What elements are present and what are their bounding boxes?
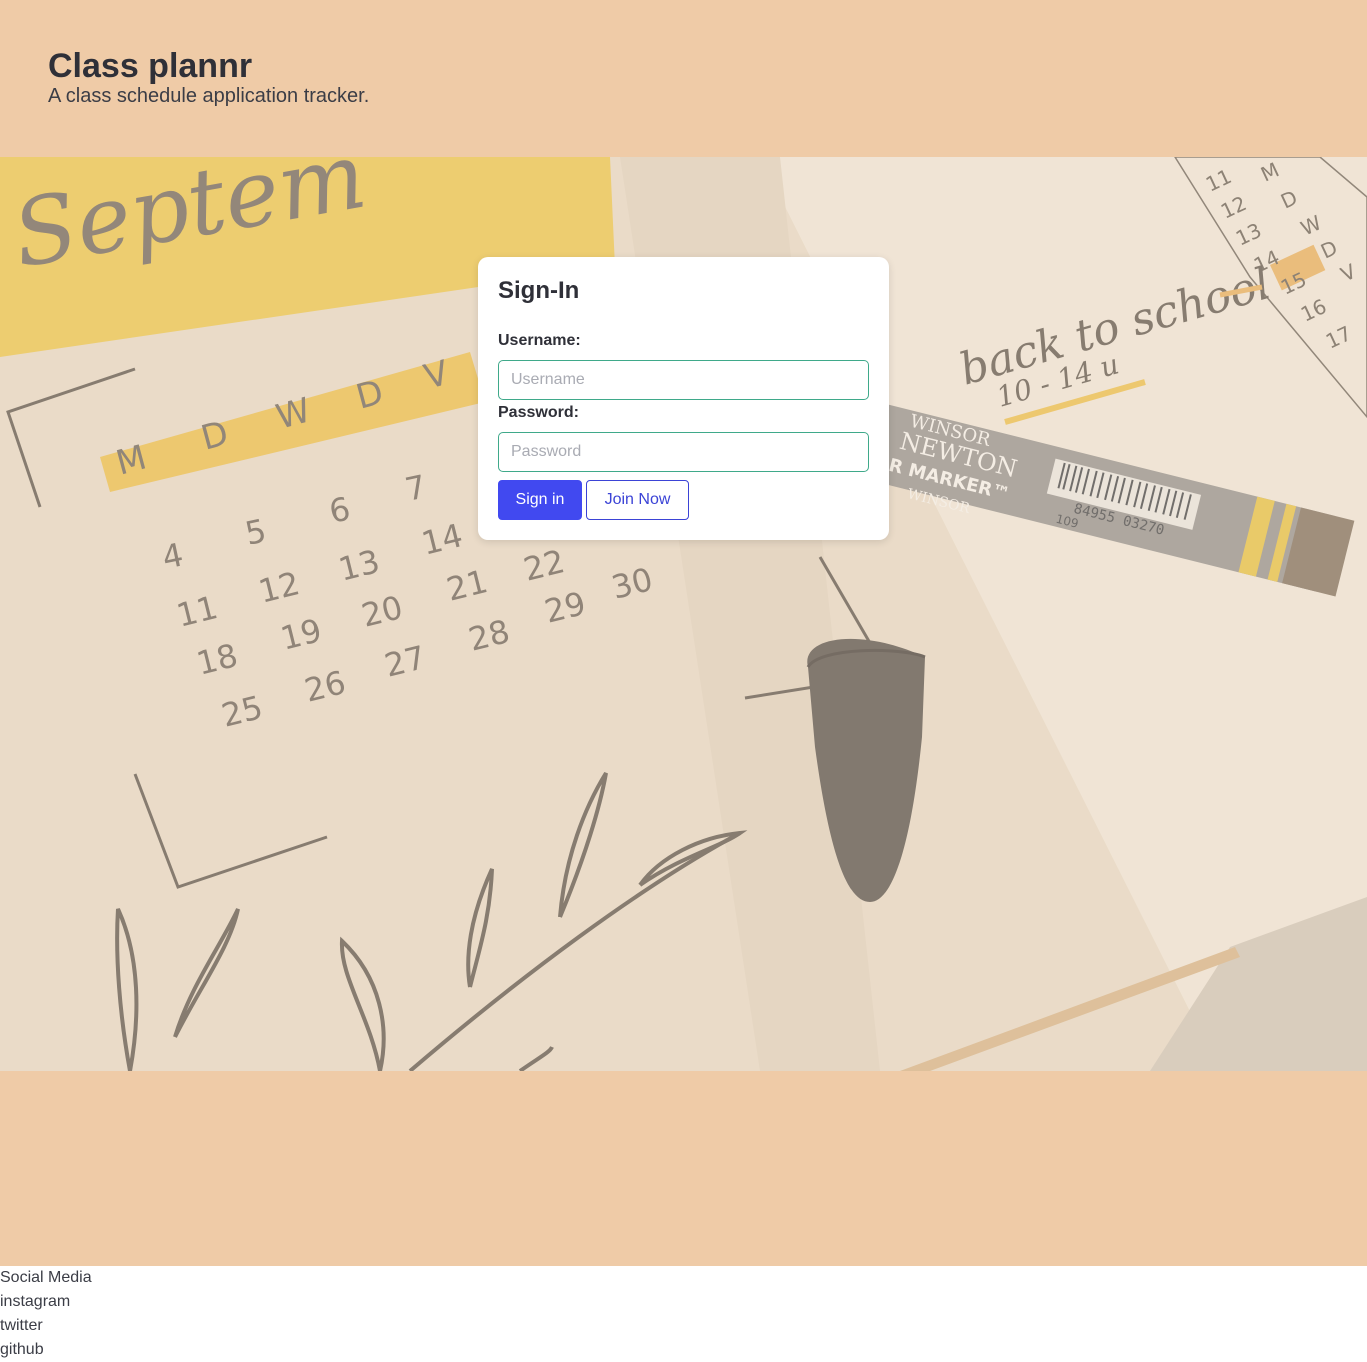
app-subtitle: A class schedule application tracker. [48, 85, 370, 107]
app-header: Class plannr A class schedule applicatio… [0, 0, 1367, 157]
app-title: Class plannr [48, 47, 253, 85]
bottom-band [0, 1071, 1367, 1266]
signin-title: Sign-In [498, 277, 580, 304]
footer: Social Media instagram twitter github [0, 1266, 400, 1362]
username-label: Username: [498, 332, 581, 349]
signin-button[interactable]: Sign in [498, 480, 582, 520]
password-label: Password: [498, 404, 579, 421]
username-input[interactable] [498, 360, 869, 400]
password-input[interactable] [498, 432, 869, 472]
twitter-link[interactable]: twitter [0, 1317, 43, 1334]
page: Class plannr A class schedule applicatio… [0, 0, 1367, 1362]
instagram-link[interactable]: instagram [0, 1293, 70, 1310]
github-link[interactable]: github [0, 1341, 44, 1358]
join-now-button[interactable]: Join Now [586, 480, 689, 520]
social-media-heading: Social Media [0, 1269, 92, 1286]
signin-card: Sign-In Username: Password: Sign in Join… [478, 257, 889, 540]
